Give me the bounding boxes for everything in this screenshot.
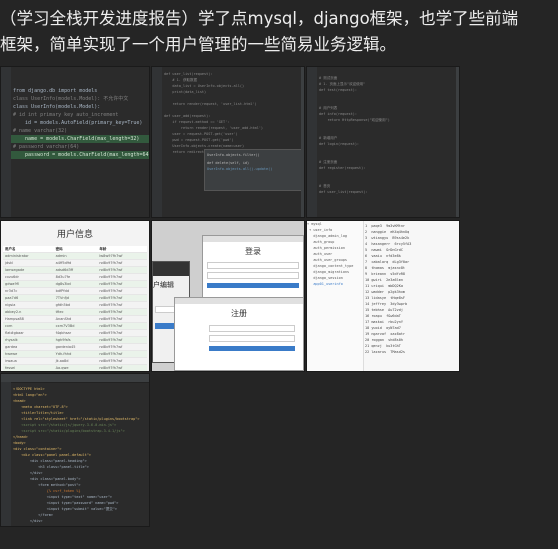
register-window: 注册 (174, 297, 304, 371)
users-page-title: 用户信息 (56, 229, 93, 239)
users-table: 用户名 密码 年龄 administrator admin lw8w97fh7wf jd… (3, 246, 147, 371)
code-gutter (1, 382, 11, 526)
thumbnail-user-table[interactable]: 用户信息 用户名 密码 年龄 administrator admin lw8w97fh7… (0, 220, 150, 372)
scrollbar[interactable] (456, 67, 459, 217)
thumbnail-models-code[interactable]: from django.db import models class UserI… (0, 66, 150, 218)
code-gutter (1, 67, 11, 217)
code-line: id = models.AutoField(primary_key=True) (13, 120, 143, 126)
login-password-field[interactable] (207, 272, 299, 279)
thumbnail-template-code[interactable]: <!DOCTYPE html> <html lang="en"> <head> … (0, 373, 150, 527)
scrollbar[interactable] (301, 67, 304, 217)
post-text: （学习全栈开发进度报告）学了点mysql，django框架，也学了些前端 框架，… (0, 6, 556, 58)
thumbnail-db-table[interactable]: ▾ mysql ▾ user_info django_admin_log aut… (306, 220, 460, 372)
code-line: # password varchar(64) (13, 144, 80, 150)
db-tree-panel: ▾ mysql ▾ user_info django_admin_log aut… (307, 221, 364, 371)
code-line: # id int primary key auto_increment (13, 112, 119, 118)
login-title: 登录 (245, 247, 261, 256)
login-button[interactable] (207, 283, 299, 288)
code-line: name = models.CharField(max_length=32) (11, 135, 149, 143)
thumbnail-urls-code[interactable]: # 测试页面 # 1. 页面上显示"欢迎使用" def test(request… (306, 66, 460, 218)
code-line: from django.db import models (13, 88, 98, 94)
code-line: </div> (13, 519, 43, 523)
post-text-line-1: （学习全栈开发进度报告）学了点mysql，django框架，也学了些前端 (0, 9, 519, 28)
editor-tabs (1, 374, 149, 383)
code-line: class UserInfo(models.Model): 不允许中文 (13, 96, 129, 102)
code-gutter (307, 67, 317, 217)
login-window: 登录 (202, 235, 304, 299)
register-password-field[interactable] (209, 335, 295, 342)
autocomplete-popup: UserInfo.objects.filter() def delete(sel… (204, 149, 304, 191)
register-username-field[interactable] (209, 325, 295, 332)
code-line: class UserInfo(models.Model): (13, 104, 101, 110)
post-text-line-2: 框架，简单实现了一个用户管理的一些简易业务逻辑。 (0, 35, 396, 54)
code-line: # name varchar(32) (13, 128, 68, 134)
edit-window-title: 户编辑 (153, 281, 174, 289)
code-line: def user_list(request): (319, 190, 368, 194)
register-title: 注册 (231, 309, 247, 318)
thumbnail-views-code[interactable]: def user_list(request): # 1. 获取数据 data_l… (151, 66, 305, 218)
login-username-field[interactable] (207, 262, 299, 269)
code-gutter (152, 67, 162, 217)
code-line: password = models.CharField(max_length=6… (11, 151, 150, 159)
register-button[interactable] (209, 346, 295, 351)
thumbnail-login-register[interactable]: 登录 户编辑 注册 (151, 220, 305, 372)
